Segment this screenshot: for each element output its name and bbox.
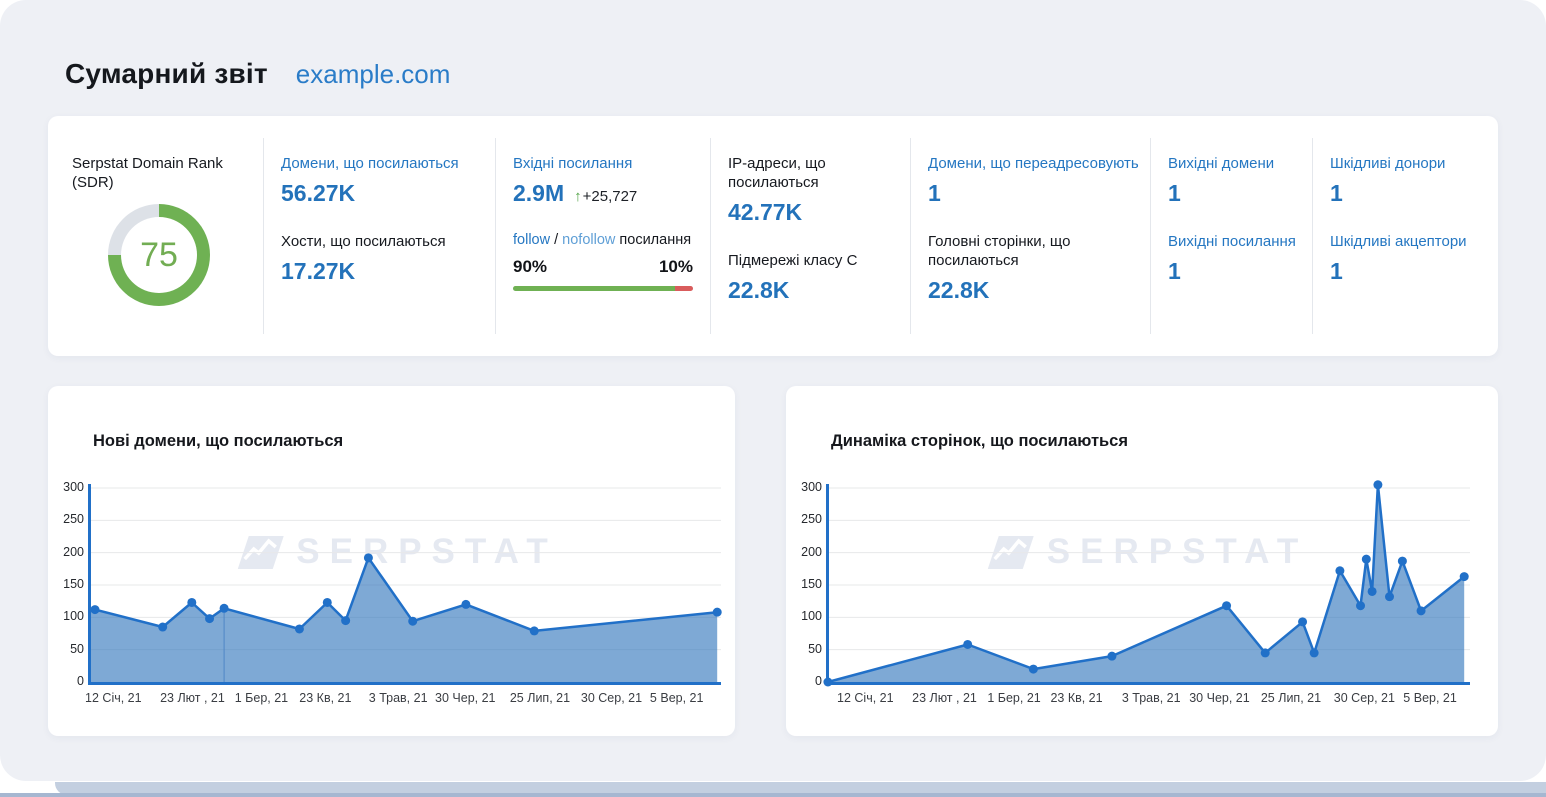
sdr-gauge: 75 — [108, 204, 210, 306]
area-chart-plot[interactable] — [88, 482, 721, 682]
outbound-links-value: 1 — [1168, 258, 1302, 284]
malicious-donors-label[interactable]: Шкідливі донори — [1330, 154, 1488, 173]
nofollow-percent: 10% — [659, 257, 693, 277]
malicious-donors-block: Шкідливі донори 1 — [1330, 154, 1488, 206]
referring-hosts-block: Хости, що посилаються 17.27K — [281, 232, 485, 284]
ip-column: IP-адреси, що посилаються 42.77K Підмере… — [710, 138, 910, 334]
malicious-acceptors-block: Шкідливі акцептори 1 — [1330, 232, 1488, 284]
referring-ips-block: IP-адреси, що посилаються 42.77K — [728, 154, 900, 225]
report-header: Сумарний звіт example.com — [0, 0, 1546, 90]
referring-pages-dynamics-chart-card: Динаміка сторінок, що посилаються SERPST… — [786, 386, 1498, 736]
subnets-label: Підмережі класу C — [728, 251, 900, 270]
follow-bar-segment — [513, 286, 675, 291]
inbound-links-block: Вхідні посилання 2.9M ↑+25,727 — [513, 154, 700, 206]
referring-hosts-value: 17.27K — [281, 258, 485, 284]
sdr-value: 75 — [108, 204, 210, 306]
referring-hosts-label: Хости, що посилаються — [281, 232, 485, 251]
redirect-column: Домени, що переадресовують 1 Головні сто… — [910, 138, 1150, 334]
inbound-links-column: Вхідні посилання 2.9M ↑+25,727 follow / … — [495, 138, 710, 334]
sdr-column: Serpstat Domain Rank (SDR) 75 — [48, 138, 263, 334]
inbound-links-label[interactable]: Вхідні посилання — [513, 154, 700, 173]
area-chart-plot[interactable] — [826, 482, 1470, 682]
referring-domains-block: Домени, що посилаються 56.27K — [281, 154, 485, 206]
y-axis-labels: 050100150200250300 — [60, 482, 84, 682]
charts-row: Нові домени, що посилаються SERPSTAT 050… — [48, 386, 1498, 736]
outbound-domains-label[interactable]: Вихідні домени — [1168, 154, 1302, 173]
chart-title-left: Нові домени, що посилаються — [93, 432, 735, 451]
summary-metrics-card: Serpstat Domain Rank (SDR) 75 Домени, що… — [48, 116, 1498, 356]
outbound-domains-value: 1 — [1168, 180, 1302, 206]
redirecting-domains-block: Домени, що переадресовують 1 — [928, 154, 1140, 206]
inbound-links-delta: ↑+25,727 — [574, 188, 637, 205]
inbound-links-value: 2.9M — [513, 180, 564, 206]
follow-nofollow-block: follow / nofollow посилання 90% 10% — [513, 232, 700, 291]
follow-link[interactable]: follow — [513, 232, 550, 248]
redirecting-domains-value: 1 — [928, 180, 1140, 206]
referring-homepages-block: Головні сторінки, що посилаються 22.8K — [928, 232, 1140, 303]
malicious-acceptors-label[interactable]: Шкідливі акцептори — [1330, 232, 1488, 251]
malicious-acceptors-value: 1 — [1330, 258, 1488, 284]
referring-ips-value: 42.77K — [728, 199, 900, 225]
redirecting-domains-label[interactable]: Домени, що переадресовують — [928, 154, 1140, 173]
referring-ips-label: IP-адреси, що посилаються — [728, 154, 900, 192]
referring-homepages-label: Головні сторінки, що посилаються — [928, 232, 1140, 270]
outbound-links-label[interactable]: Вихідні посилання — [1168, 232, 1302, 251]
outbound-links-block: Вихідні посилання 1 — [1168, 232, 1302, 284]
follow-nofollow-percents: 90% 10% — [513, 257, 693, 277]
chart-left: SERPSTAT 050100150200250300 12 Січ, 2123… — [60, 482, 735, 718]
referring-homepages-value: 22.8K — [928, 277, 1140, 303]
subnets-block: Підмережі класу C 22.8K — [728, 251, 900, 303]
page-title: Сумарний звіт — [65, 58, 268, 90]
report-sheet: Сумарний звіт example.com Serpstat Domai… — [0, 0, 1546, 781]
outbound-column: Вихідні домени 1 Вихідні посилання 1 — [1150, 138, 1312, 334]
new-referring-domains-chart-card: Нові домени, що посилаються SERPSTAT 050… — [48, 386, 735, 736]
subnets-value: 22.8K — [728, 277, 900, 303]
sdr-label: Serpstat Domain Rank (SDR) — [72, 154, 253, 192]
referring-domains-value: 56.27K — [281, 180, 485, 206]
y-axis-labels: 050100150200250300 — [798, 482, 822, 682]
malicious-column: Шкідливі донори 1 Шкідливі акцептори 1 — [1312, 138, 1498, 334]
page: Сумарний звіт example.com Serpstat Domai… — [0, 0, 1546, 797]
chart-title-right: Динаміка сторінок, що посилаються — [831, 432, 1498, 451]
referring-domains-label[interactable]: Домени, що посилаються — [281, 154, 485, 173]
follow-percent: 90% — [513, 257, 547, 277]
follow-nofollow-bar — [513, 286, 693, 291]
background-bottom-edge — [0, 793, 1546, 797]
nofollow-bar-segment — [675, 286, 693, 291]
inbound-links-delta-value: +25,727 — [583, 188, 638, 205]
inbound-links-value-row: 2.9M ↑+25,727 — [513, 180, 700, 206]
slash-separator: / — [554, 232, 558, 248]
domain-link[interactable]: example.com — [296, 59, 451, 90]
links-word: посилання — [619, 232, 691, 248]
chart-right: SERPSTAT 050100150200250300 12 Січ, 2123… — [798, 482, 1498, 718]
x-axis-labels: 12 Січ, 2123 Лют , 211 Бер, 2123 Кв, 213… — [826, 691, 1470, 711]
nofollow-link[interactable]: nofollow — [562, 232, 615, 248]
malicious-donors-value: 1 — [1330, 180, 1488, 206]
x-axis-labels: 12 Січ, 2123 Лют , 211 Бер, 2123 Кв, 213… — [88, 691, 721, 711]
outbound-domains-block: Вихідні домени 1 — [1168, 154, 1302, 206]
arrow-up-icon: ↑ — [574, 188, 582, 205]
follow-nofollow-line: follow / nofollow посилання — [513, 232, 700, 248]
referring-column: Домени, що посилаються 56.27K Хости, що … — [263, 138, 495, 334]
